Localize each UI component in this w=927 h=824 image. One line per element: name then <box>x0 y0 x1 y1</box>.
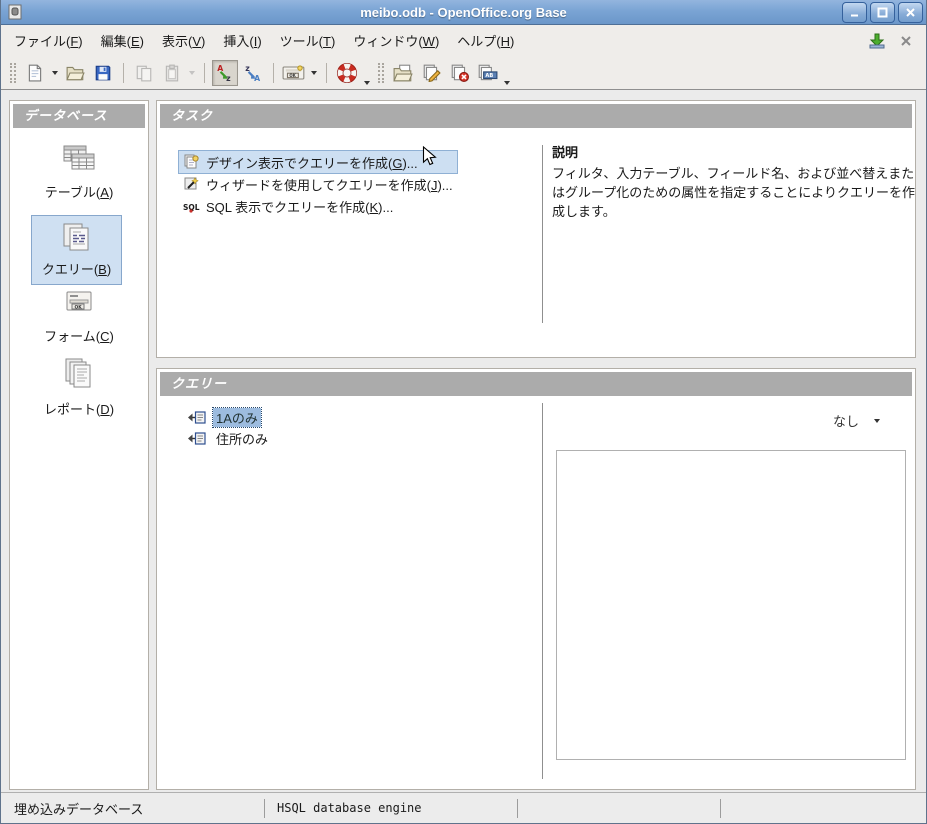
task-label: デザイン表示でクエリーを作成(G)... <box>206 153 418 172</box>
preview-dropdown[interactable]: なし <box>833 411 883 430</box>
tasks-panel: タスク デザイン表示でクエリーを作成(G)... <box>156 100 916 358</box>
main-toolbar: A z z A OK <box>1 56 926 90</box>
status-bar: 埋め込みデータベース HSQL database engine <box>1 792 926 823</box>
open-database-object-button[interactable] <box>390 60 416 86</box>
sort-ascending-button[interactable]: A z <box>212 60 238 86</box>
task-create-query-sql[interactable]: SQL SQL 表示でクエリーを作成(K)... <box>179 195 457 217</box>
help-agent-button[interactable] <box>334 60 360 86</box>
toolbar-separator <box>123 63 124 83</box>
sidebar-item-queries[interactable]: クエリー(B) <box>31 215 122 285</box>
query-item-label: 1Aのみ <box>213 408 261 427</box>
mouse-cursor <box>422 146 437 167</box>
close-document-icon[interactable] <box>900 35 912 47</box>
sidebar-item-label: クエリー(B) <box>42 259 111 278</box>
toolbar-separator <box>204 63 205 83</box>
query-item-1a[interactable]: 1Aのみ <box>187 407 271 428</box>
menu-view[interactable]: 表示(V) <box>153 27 214 54</box>
menu-tools[interactable]: ツール(T) <box>271 27 345 54</box>
query-item-label: 住所のみ <box>213 429 271 448</box>
query-sql-icon: SQL <box>183 198 200 214</box>
form-dropdown-icon[interactable] <box>311 71 317 75</box>
help-agent-dropdown-icon[interactable] <box>364 81 370 85</box>
forms-icon: OK <box>58 289 100 321</box>
menu-window[interactable]: ウィンドウ(W) <box>344 27 448 54</box>
tasks-divider <box>542 145 543 323</box>
open-document-button[interactable] <box>62 60 88 86</box>
task-label: SQL 表示でクエリーを作成(K)... <box>206 197 393 216</box>
query-item-address[interactable]: 住所のみ <box>187 428 271 449</box>
query-object-icon <box>187 432 206 445</box>
menu-help[interactable]: ヘルプ(H) <box>448 27 523 54</box>
rename-database-object-button[interactable]: AB <box>474 60 500 86</box>
close-button[interactable] <box>898 2 923 23</box>
svg-text:A: A <box>217 63 223 72</box>
query-wizard-icon <box>183 176 200 192</box>
svg-text:OK: OK <box>75 304 83 310</box>
database-panel: データベース テーブル(A) クエリー(B) <box>9 100 149 790</box>
queries-panel-header: クエリー <box>160 372 912 396</box>
menu-insert[interactable]: 挿入(I) <box>214 27 270 54</box>
task-description: 説明 フィルタ、入力テーブル、フィールド名、および並べ替えまたはグループ化のため… <box>552 143 917 221</box>
sidebar-item-tables[interactable]: テーブル(A) <box>10 143 148 201</box>
window-title: meibo.odb - OpenOffice.org Base <box>1 5 926 20</box>
task-create-query-design[interactable]: デザイン表示でクエリーを作成(G)... <box>179 151 457 173</box>
new-document-button[interactable] <box>22 60 48 86</box>
svg-text:AB: AB <box>485 73 493 79</box>
menu-bar: ファイル(F) 編集(E) 表示(V) 挿入(I) ツール(T) ウィンドウ(W… <box>1 25 926 56</box>
sidebar-item-label: レポート(D) <box>44 399 114 418</box>
tasks-panel-header: タスク <box>160 104 912 128</box>
title-bar: meibo.odb - OpenOffice.org Base <box>1 0 926 25</box>
task-description-title: 説明 <box>552 143 917 162</box>
task-create-query-wizard[interactable]: ウィザードを使用してクエリーを作成(J)... <box>179 173 457 195</box>
menu-file[interactable]: ファイル(F) <box>5 27 92 54</box>
application-window: meibo.odb - OpenOffice.org Base ファイル(F) … <box>0 0 927 824</box>
delete-database-object-button[interactable] <box>446 60 472 86</box>
maximize-button[interactable] <box>870 2 895 23</box>
status-divider <box>517 799 518 818</box>
sidebar-item-reports[interactable]: レポート(D) <box>10 356 148 418</box>
save-document-button[interactable] <box>90 60 116 86</box>
task-label: ウィザードを使用してクエリーを作成(J)... <box>206 175 453 194</box>
minimize-button[interactable] <box>842 2 867 23</box>
copy-button[interactable] <box>131 60 157 86</box>
edit-database-object-button[interactable] <box>418 60 444 86</box>
queries-divider <box>542 403 543 779</box>
document-update-icon[interactable] <box>868 33 886 49</box>
main-content: データベース テーブル(A) クエリー(B) <box>1 90 926 792</box>
task-description-body: フィルタ、入力テーブル、フィールド名、および並べ替えまたはグループ化のための属性… <box>552 164 917 221</box>
toolbar-grip[interactable] <box>378 63 384 83</box>
preview-dropdown-arrow-icon <box>874 419 880 423</box>
sidebar-item-label: テーブル(A) <box>45 182 114 201</box>
task-list: デザイン表示でクエリーを作成(G)... ウィザードを使用してクエリーを作成(J… <box>179 151 457 217</box>
paste-button[interactable] <box>159 60 185 86</box>
document-preview-area <box>556 450 906 760</box>
status-divider <box>720 799 721 818</box>
form-button[interactable]: OK <box>281 60 307 86</box>
sort-descending-button[interactable]: z A <box>240 60 266 86</box>
new-document-dropdown-icon[interactable] <box>52 71 58 75</box>
paste-dropdown-icon[interactable] <box>189 71 195 75</box>
preview-dropdown-value: なし <box>833 411 859 430</box>
queries-icon <box>56 220 98 254</box>
tables-icon <box>58 143 100 177</box>
sidebar-item-forms[interactable]: OK フォーム(C) <box>10 289 148 345</box>
toolbar-grip[interactable] <box>10 63 16 83</box>
toolbar-separator <box>273 63 274 83</box>
query-list: 1Aのみ 住所のみ <box>187 407 271 449</box>
sidebar-item-label: フォーム(C) <box>44 326 114 345</box>
app-icon <box>6 3 24 21</box>
status-database-engine: HSQL database engine <box>264 793 516 823</box>
queries-panel: クエリー 1Aのみ <box>156 368 916 790</box>
reports-icon <box>58 356 100 394</box>
query-object-icon <box>187 411 206 424</box>
status-database-type: 埋め込みデータベース <box>1 793 263 823</box>
toolbar-overflow-dropdown-icon[interactable] <box>504 81 510 85</box>
query-design-icon <box>183 154 200 170</box>
toolbar-separator <box>326 63 327 83</box>
svg-text:OK: OK <box>289 72 296 77</box>
database-panel-header: データベース <box>13 104 145 128</box>
menu-edit[interactable]: 編集(E) <box>92 27 153 54</box>
